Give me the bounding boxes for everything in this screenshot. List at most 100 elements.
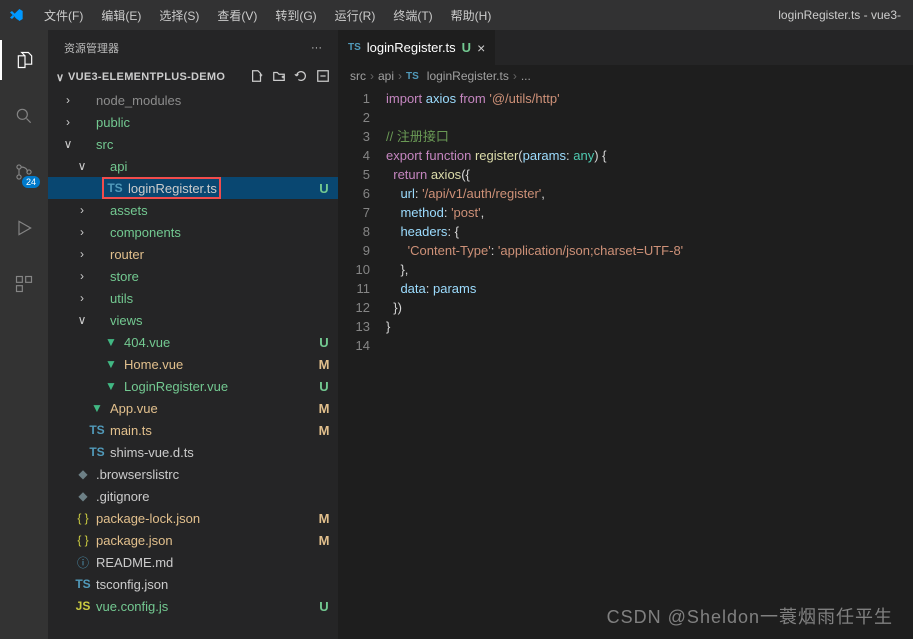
- tree-item[interactable]: ▼ App.vueM: [48, 397, 338, 419]
- ts-icon: TS: [348, 42, 361, 53]
- ts-icon: TS: [406, 71, 419, 82]
- tree-item[interactable]: TSshims-vue.d.ts: [48, 441, 338, 463]
- explorer-root[interactable]: ∨ VUE3-ELEMENTPLUS-DEMO: [48, 65, 338, 89]
- git-status: U: [316, 379, 332, 394]
- tree-item[interactable]: ›store: [48, 265, 338, 287]
- tree-item[interactable]: ›utils: [48, 287, 338, 309]
- tree-label: .gitignore: [96, 489, 338, 504]
- sidebar-title: 资源管理器: [64, 40, 119, 56]
- tree-item[interactable]: ›node_modules: [48, 89, 338, 111]
- tree-item[interactable]: › public: [48, 111, 338, 133]
- editor-tabs: TS loginRegister.ts U ×: [338, 30, 913, 65]
- tree-item[interactable]: ∨api: [48, 155, 338, 177]
- highlight-box: TS loginRegister.ts: [102, 177, 221, 199]
- tree-label: public: [96, 115, 338, 130]
- new-folder-icon[interactable]: [272, 69, 286, 86]
- git-status: M: [316, 533, 332, 548]
- tab-loginregister[interactable]: TS loginRegister.ts U ×: [338, 30, 495, 65]
- tree-item[interactable]: ›components: [48, 221, 338, 243]
- activity-search[interactable]: [0, 96, 48, 136]
- twisty-icon: ∨: [62, 137, 74, 151]
- tree-item[interactable]: ▼Home.vueM: [48, 353, 338, 375]
- tree-label: package.json: [96, 533, 316, 548]
- tree-item[interactable]: ▼404.vueU: [48, 331, 338, 353]
- tree-label: App.vue: [110, 401, 316, 416]
- code-editor[interactable]: 1234567891011121314 import axios from '@…: [338, 87, 913, 355]
- tree-label: vue.config.js: [96, 599, 316, 614]
- sidebar-header: 资源管理器 ···: [48, 30, 338, 65]
- breadcrumb-item[interactable]: ...: [521, 69, 531, 83]
- twisty-icon: ›: [62, 115, 74, 129]
- menubar: 文件(F)编辑(E)选择(S)查看(V)转到(G)运行(R)终端(T)帮助(H): [36, 3, 499, 28]
- menu-item[interactable]: 选择(S): [151, 3, 207, 28]
- ts-icon: TS: [106, 181, 124, 195]
- breadcrumbs[interactable]: src›api›TSloginRegister.ts›...: [338, 65, 913, 87]
- menu-item[interactable]: 编辑(E): [93, 3, 149, 28]
- menu-item[interactable]: 查看(V): [209, 3, 265, 28]
- tree-label: 404.vue: [124, 335, 316, 350]
- ts2-icon: TS: [74, 577, 92, 591]
- editor-group: TS loginRegister.ts U × src›api›TSloginR…: [338, 30, 913, 639]
- tree-label: router: [110, 247, 338, 262]
- git-status: U: [316, 599, 332, 614]
- tree-item[interactable]: › router: [48, 243, 338, 265]
- search-icon: [14, 106, 34, 126]
- vue-icon: ▼: [102, 379, 120, 393]
- git-status: U: [316, 335, 332, 350]
- tree-label: shims-vue.d.ts: [110, 445, 338, 460]
- code-lines[interactable]: import axios from '@/utils/http' // 注册接口…: [386, 89, 913, 355]
- tree-item[interactable]: JSvue.config.jsU: [48, 595, 338, 617]
- tree-item[interactable]: ⓘ README.md: [48, 551, 338, 573]
- tree-label: src: [96, 137, 338, 152]
- close-icon[interactable]: ×: [477, 40, 485, 56]
- tree-label: views: [110, 313, 338, 328]
- tree-item[interactable]: TSmain.tsM: [48, 419, 338, 441]
- tree-item[interactable]: ◆ .browserslistrc: [48, 463, 338, 485]
- activity-scm[interactable]: 24: [0, 152, 48, 192]
- tree-item[interactable]: TSloginRegister.tsU: [48, 177, 338, 199]
- tree-item[interactable]: ∨ src: [48, 133, 338, 155]
- git-status: M: [316, 401, 332, 416]
- tree-label: README.md: [96, 555, 338, 570]
- breadcrumb-item[interactable]: loginRegister.ts: [427, 69, 509, 83]
- tree-item[interactable]: ◆.gitignore: [48, 485, 338, 507]
- tree-item[interactable]: { }package-lock.jsonM: [48, 507, 338, 529]
- vue-icon: ▼: [88, 401, 106, 415]
- activity-extensions[interactable]: [0, 264, 48, 304]
- breadcrumb-item[interactable]: src: [350, 69, 366, 83]
- tree-label: loginRegister.ts: [128, 181, 217, 196]
- activity-debug[interactable]: [0, 208, 48, 248]
- files-icon: [15, 50, 35, 70]
- chevron-right-icon: ›: [398, 69, 402, 83]
- tree-item[interactable]: TStsconfig.json: [48, 573, 338, 595]
- collapse-icon[interactable]: [316, 69, 330, 86]
- refresh-icon[interactable]: [294, 69, 308, 86]
- tree-item[interactable]: { }package.jsonM: [48, 529, 338, 551]
- twisty-icon: ›: [62, 93, 74, 107]
- info-icon: ⓘ: [74, 554, 92, 571]
- more-icon[interactable]: ···: [311, 42, 322, 54]
- menu-item[interactable]: 终端(T): [385, 3, 440, 28]
- sidebar: 资源管理器 ··· ∨ VUE3-ELEMENTPLUS-DEMO ›node_…: [48, 30, 338, 639]
- menu-item[interactable]: 文件(F): [36, 3, 91, 28]
- breadcrumb-item[interactable]: api: [378, 69, 394, 83]
- twisty-icon: ›: [76, 247, 88, 261]
- cfg-icon: ◆: [74, 467, 92, 481]
- tree-item[interactable]: ∨ views: [48, 309, 338, 331]
- tab-filename: loginRegister.ts: [367, 40, 456, 55]
- new-file-icon[interactable]: [250, 69, 264, 86]
- twisty-icon: ∨: [76, 313, 88, 327]
- tree-label: api: [110, 159, 338, 174]
- tree-label: .browserslistrc: [96, 467, 338, 482]
- tree-item[interactable]: ›assets: [48, 199, 338, 221]
- tree-label: utils: [110, 291, 338, 306]
- menu-item[interactable]: 转到(G): [267, 3, 324, 28]
- menu-item[interactable]: 运行(R): [327, 3, 384, 28]
- tree-item[interactable]: ▼LoginRegister.vueU: [48, 375, 338, 397]
- activity-explorer[interactable]: [0, 40, 48, 80]
- vue-icon: ▼: [102, 357, 120, 371]
- menu-item[interactable]: 帮助(H): [443, 3, 500, 28]
- ts-icon: TS: [88, 423, 106, 437]
- window-title: loginRegister.ts - vue3-: [778, 8, 905, 22]
- tab-git-status: U: [462, 40, 471, 55]
